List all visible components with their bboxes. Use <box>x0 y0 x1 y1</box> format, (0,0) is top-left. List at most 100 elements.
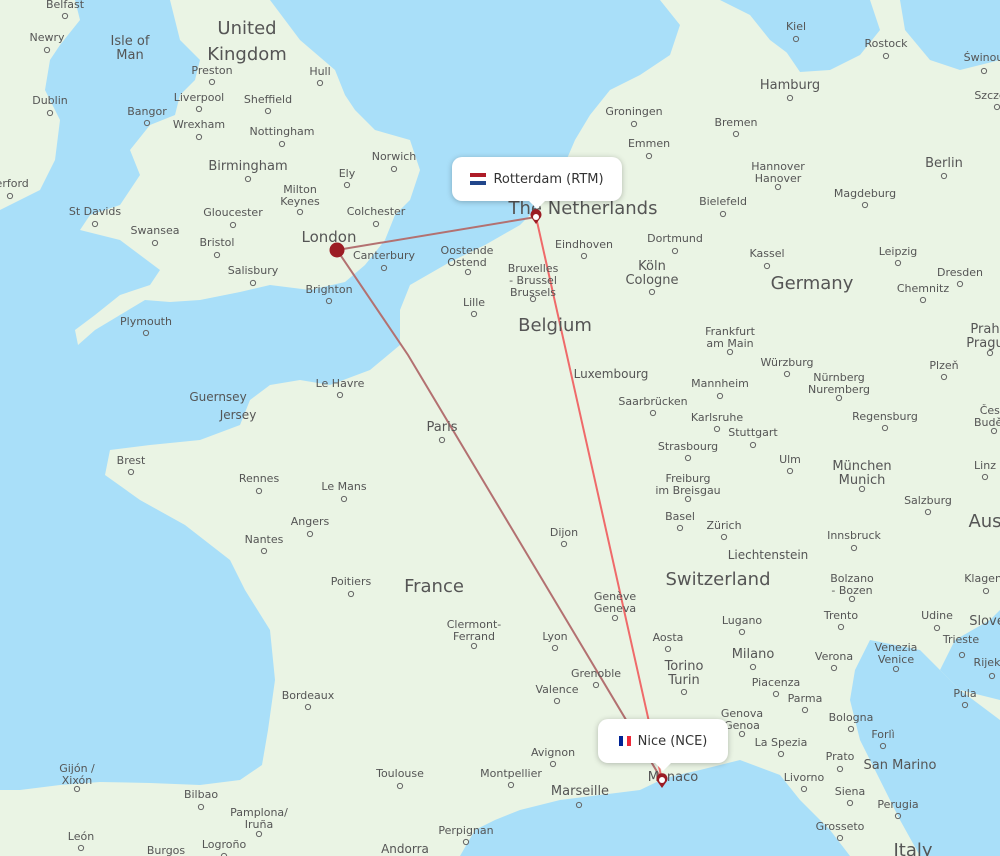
city-label: Avignon <box>531 746 575 759</box>
country-label: Switzerland <box>666 569 771 590</box>
city-label: Rostock <box>864 37 908 50</box>
city-label: Keynes <box>280 195 320 208</box>
city-label: Plzeň <box>929 359 958 372</box>
city-label: Rijek <box>974 656 1000 669</box>
city-label: Dublin <box>32 94 68 107</box>
city-label: Birmingham <box>208 159 287 174</box>
city-label: Saarbrücken <box>618 395 687 408</box>
city-label: Liechtenstein <box>728 548 809 562</box>
city-label: am Main <box>706 337 753 350</box>
city-label: Karlsruhe <box>691 411 744 424</box>
city-label: London <box>302 228 357 246</box>
city-label: Torino <box>664 659 704 674</box>
city-label: Iruña <box>245 818 273 831</box>
city-label: Szcze <box>974 89 1000 102</box>
city-label: Stuttgart <box>728 426 778 439</box>
city-label: Lyon <box>542 630 567 643</box>
city-label: Kassel <box>749 247 784 260</box>
city-label: Paris <box>427 420 458 435</box>
city-label: Jersey <box>219 408 257 422</box>
route-map[interactable]: Belfast Newry Isle ofMan Dublin Preston Hull L… <box>0 0 1000 856</box>
city-label: Leipzig <box>879 245 918 258</box>
nice-tooltip[interactable]: Nice (NCE) <box>598 719 728 771</box>
city-label: Livorno <box>784 771 825 784</box>
city-label: Preston <box>191 64 232 77</box>
city-label: Hamburg <box>760 78 820 93</box>
city-label: Bremen <box>714 116 757 129</box>
city-label: Groningen <box>605 105 662 118</box>
city-label: Wrexham <box>173 118 225 131</box>
city-label: Marseille <box>551 784 609 799</box>
city-label: Eindhoven <box>555 238 613 251</box>
city-label: Prague <box>966 336 1000 351</box>
city-label: Dortmund <box>647 232 703 245</box>
city-label: Innsbruck <box>827 529 881 542</box>
city-label: Berlin <box>925 156 963 171</box>
city-label: Zürich <box>706 519 741 532</box>
city-label: Bristol <box>200 236 235 249</box>
city-label: León <box>68 830 94 843</box>
city-label: Klagenf <box>964 572 1000 585</box>
city-label: Isle of <box>111 34 150 49</box>
city-label: Gloucester <box>203 206 263 219</box>
city-label: Budějo <box>974 416 1000 429</box>
city-label: Pula <box>953 687 976 700</box>
city-label: Genoa <box>724 719 760 732</box>
city-label: Nantes <box>245 533 284 546</box>
city-label: Monaco <box>648 770 699 785</box>
city-label: Świnouj <box>964 51 1000 64</box>
city-label: Nottingham <box>249 125 314 138</box>
city-label: terford <box>0 177 29 190</box>
city-label: Venice <box>878 653 915 666</box>
city-label: Burgos <box>147 844 186 856</box>
city-label: Salzburg <box>904 494 952 507</box>
city-label: Brussels <box>510 286 556 299</box>
nice-label: Nice (NCE) <box>637 733 708 749</box>
city-label: Forlì <box>871 728 894 741</box>
city-label: Valence <box>535 683 578 696</box>
city-label: Magdeburg <box>834 187 896 200</box>
city-label: Slove <box>969 614 1000 629</box>
city-label: Salisbury <box>228 264 279 277</box>
city-label: Norwich <box>372 150 417 163</box>
country-label: Aus <box>968 511 1000 532</box>
london-origin-marker[interactable] <box>329 242 345 258</box>
city-label: Swansea <box>131 224 180 237</box>
city-label: Ostend <box>447 256 486 269</box>
city-label: Trento <box>823 609 858 622</box>
city-label: - Bozen <box>831 584 872 597</box>
city-label: Toulouse <box>375 767 424 780</box>
city-label: Perpignan <box>438 824 493 837</box>
city-label: Trieste <box>942 633 979 646</box>
city-label: Lille <box>463 296 485 309</box>
city-label: Bilbao <box>184 788 218 801</box>
city-label: Emmen <box>628 137 670 150</box>
city-label: Ferrand <box>453 630 495 643</box>
city-label: Würzburg <box>760 356 813 369</box>
city-label: im Breisgau <box>655 484 720 497</box>
city-label: Belfast <box>46 0 85 11</box>
rotterdam-label: Rotterdam (RTM) <box>493 171 604 187</box>
country-label: Germany <box>771 273 854 294</box>
city-label: Grosseto <box>816 820 865 833</box>
city-label: Perugia <box>877 798 918 811</box>
netherlands-flag-icon <box>470 173 487 185</box>
city-label: San Marino <box>864 758 937 773</box>
city-label: Canterbury <box>353 249 415 262</box>
city-label: München <box>832 459 891 474</box>
city-label: Bielefeld <box>699 195 747 208</box>
city-label: Regensburg <box>852 410 918 423</box>
city-label: Sheffield <box>244 93 292 106</box>
city-label: Strasbourg <box>658 440 718 453</box>
city-label: Logroño <box>202 838 247 851</box>
city-label: Praha <box>970 322 1000 337</box>
city-label: Ely <box>339 167 356 180</box>
city-label: Newry <box>29 31 65 44</box>
city-label: Hanover <box>755 172 802 185</box>
france-flag-icon <box>618 736 631 746</box>
city-label: Nuremberg <box>808 383 870 396</box>
city-label: Montpellier <box>480 767 542 780</box>
city-label: Prato <box>826 750 855 763</box>
rotterdam-tooltip[interactable]: Rotterdam (RTM) <box>452 157 622 209</box>
city-label: Xixón <box>62 774 92 787</box>
